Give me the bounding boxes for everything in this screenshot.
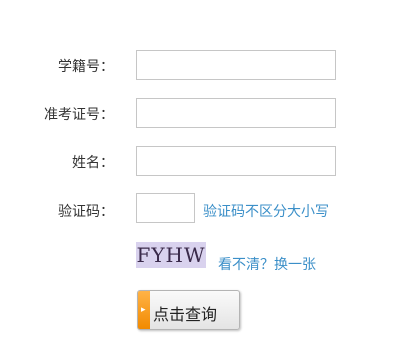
refresh-captcha-link[interactable]: 看不清？换一张 bbox=[218, 254, 316, 274]
name-input[interactable] bbox=[136, 146, 336, 176]
query-form: 学籍号： 准考证号： 姓名： 验证码： 验证码不区分大小写 FYHW 看不清？换… bbox=[0, 0, 416, 355]
student-id-input[interactable] bbox=[136, 50, 336, 80]
exam-no-input[interactable] bbox=[136, 98, 336, 128]
submit-query-button[interactable]: ▸ 点击查询 bbox=[137, 290, 240, 330]
arrow-icon: ▸ bbox=[141, 304, 146, 314]
captcha-label: 验证码： bbox=[58, 204, 114, 220]
captcha-image[interactable]: FYHW bbox=[136, 242, 206, 268]
submit-query-label: 点击查询 bbox=[153, 307, 218, 324]
captcha-input[interactable] bbox=[136, 193, 195, 223]
student-id-label: 学籍号： bbox=[58, 59, 114, 75]
captcha-hint: 验证码不区分大小写 bbox=[203, 204, 329, 220]
name-label: 姓名： bbox=[72, 155, 114, 171]
exam-no-label: 准考证号： bbox=[44, 107, 114, 123]
button-accent-stripe: ▸ bbox=[138, 291, 150, 329]
